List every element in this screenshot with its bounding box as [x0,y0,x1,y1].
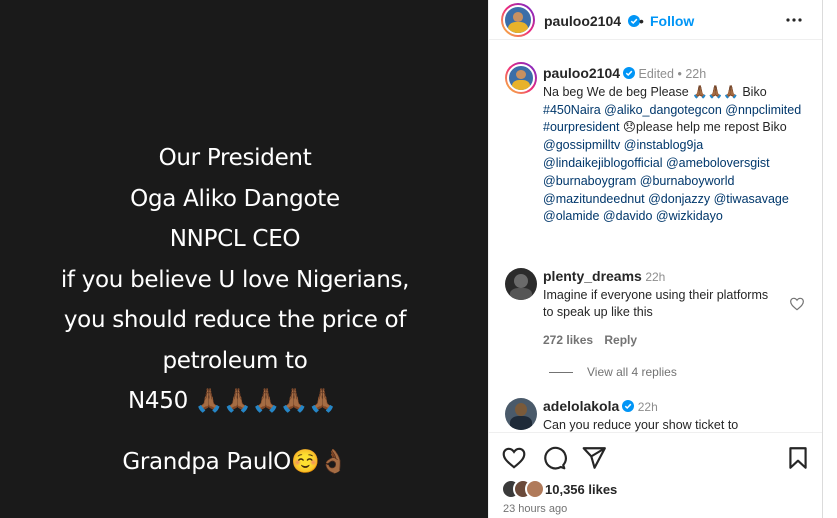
window-edge-divider [822,0,823,518]
author-avatar[interactable] [501,3,535,37]
likes-count[interactable]: 10,356 likes [545,482,617,497]
comment-body: adelolakola 22h Can you reduce your show… [543,398,773,434]
view-replies-label: View all 4 replies [587,365,677,379]
post-sidebar: pauloo2104 • Follow pauloo2104 Edited • … [488,0,837,518]
post-text-overlay: Our President Oga Aliko Dangote NNPCL CE… [0,138,470,482]
caption-text: Na beg We de beg Please 🙏🏾🙏🏾🙏🏾 Biko [543,84,767,99]
post-line: if you believe U love Nigerians, [60,266,410,293]
view-replies-button[interactable]: View all 4 replies [549,365,677,379]
comment-avatar[interactable] [505,398,537,430]
post-line: NNPCL CEO [169,226,301,252]
bookmark-icon[interactable] [785,445,811,471]
comment-text: Imagine if everyone using their platform… [543,287,769,320]
post-line: Oga Aliko Dangote [130,185,340,212]
like-icon[interactable] [501,445,527,471]
share-icon[interactable] [581,445,607,471]
caption-edited: Edited [638,67,674,81]
comment-username[interactable]: adelolakola [543,398,619,414]
liker-avatar [525,479,545,499]
comment-icon[interactable] [541,445,567,471]
post-line: you should reduce the price of [63,307,407,333]
verified-icon [622,400,635,412]
follow-button[interactable]: Follow [650,13,694,29]
comment-text: Can you reduce your show ticket to [543,417,739,432]
caption-tags[interactable]: @gossipmilltv @instablog9ja @lindaikejib… [543,138,789,223]
post-image[interactable]: Our President Oga Aliko Dangote NNPCL CE… [0,0,488,518]
caption-separator: • [677,67,682,81]
header-username[interactable]: pauloo2104 [544,13,621,29]
comment-like-icon[interactable] [789,296,805,312]
caption-username[interactable]: pauloo2104 [543,65,620,81]
caption-text: 😞please help me repost Biko [619,120,787,135]
post-actions: 10,356 likes 23 hours ago [489,432,823,518]
verified-icon [623,67,636,79]
header-user: pauloo2104 [544,13,641,31]
comment-body: plenty_dreams 22h Imagine if everyone us… [543,268,773,349]
caption-body: pauloo2104 Edited • 22h Na beg We de beg… [543,65,815,226]
comment-likes[interactable]: 272 likes [543,333,593,347]
comment-username[interactable]: plenty_dreams [543,268,642,284]
comment-time: 22h [645,270,666,284]
comment-time: 22h [637,400,658,414]
header-separator: • [639,13,644,29]
view-replies-line [549,372,573,374]
post-price-line: N450 🙏🏾🙏🏾🙏🏾🙏🏾🙏🏾 [128,388,337,414]
post-line: petroleum to [162,347,308,374]
comment-meta: 272 likes Reply [543,332,773,350]
post-signature: Grandpa PaulO☺️👌🏾 [122,448,348,475]
post-time[interactable]: 23 hours ago [503,503,567,515]
more-options-icon[interactable] [782,8,806,32]
reply-button[interactable]: Reply [604,333,637,347]
caption-time: 22h [685,67,707,81]
caption-avatar[interactable] [505,62,537,94]
comment-avatar[interactable] [505,268,537,300]
post-line: Our President [158,145,312,171]
post-header: pauloo2104 • Follow [489,0,823,40]
